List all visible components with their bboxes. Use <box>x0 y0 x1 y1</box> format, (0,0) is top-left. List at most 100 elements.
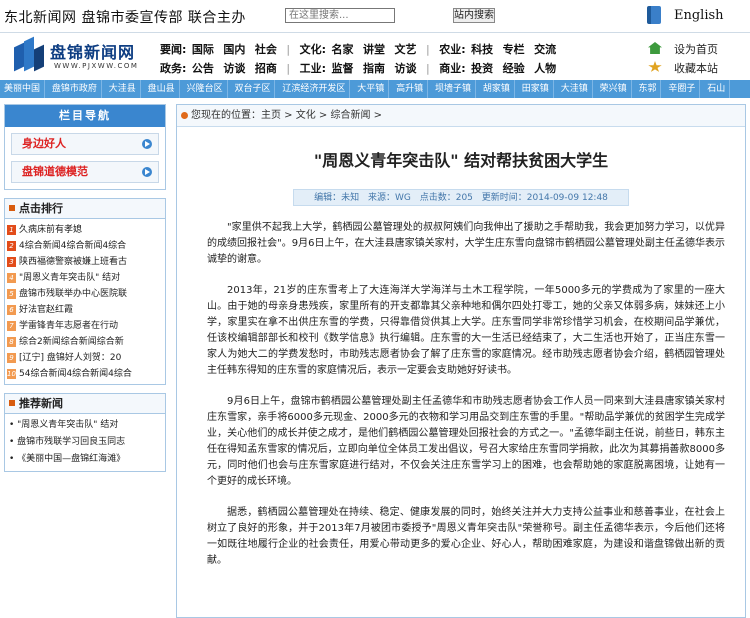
nav-society[interactable]: 社会 <box>255 43 277 56</box>
meta-editor: 编辑：未知 <box>314 193 360 203</box>
rank-number: 5 <box>7 289 16 299</box>
location-icon <box>181 112 188 119</box>
region-link[interactable]: 大洼县 <box>105 80 141 98</box>
sidebar-item-moral-models[interactable]: 盘锦道德模范 <box>11 161 159 183</box>
nav-row-2: 政务: 公告 访谈 招商 | 工业: 监督 指南 访谈 | 商业: 投资 经验 … <box>160 60 562 76</box>
region-link[interactable]: 荣兴镇 <box>596 80 632 98</box>
english-link[interactable]: English <box>674 8 724 23</box>
organizers-text: 东北新闻网 盘锦市委宣传部 联合主办 <box>4 10 246 26</box>
star-icon <box>648 61 662 72</box>
region-link[interactable]: 高升镇 <box>392 80 429 98</box>
set-homepage-link[interactable]: 设为首页 <box>648 41 718 57</box>
rank-number: 4 <box>7 273 16 283</box>
region-link[interactable]: 双台子区 <box>230 80 276 98</box>
nav-experience[interactable]: 经验 <box>503 62 525 75</box>
article-paragraph: 2013年，21岁的庄东雪考上了大连海洋大学海洋与土木工程学院，一年5000多元… <box>207 285 725 376</box>
list-item[interactable]: 5 盘锦市残联举办中心医院联 <box>7 286 163 302</box>
click-ranking-title: 点击排行 <box>5 199 165 219</box>
region-link[interactable]: 东郭 <box>634 80 662 98</box>
list-item[interactable]: 6 好法官赵红霞 <box>7 302 163 318</box>
nav-head-industry: 工业: <box>299 62 327 75</box>
nav-international[interactable]: 国际 <box>192 43 214 56</box>
list-item[interactable]: 4 "周恩义青年突击队" 结对 <box>7 270 163 286</box>
nav-investment[interactable]: 招商 <box>255 62 277 75</box>
list-item[interactable]: • 盘锦市残联学习回良玉同志 <box>9 434 161 451</box>
list-item[interactable]: 3 陕西福德警察被嫌上班看古 <box>7 254 163 270</box>
article-panel: 您现在的位置：主页 > 文化 > 综合新闻 > "周恩义青年突击队" 结对帮扶贫… <box>176 104 746 618</box>
logo-title: 盘锦新闻网 <box>50 43 136 62</box>
add-favorite-link[interactable]: 收藏本站 <box>648 60 718 76</box>
nav-row-1: 要闻: 国际 国内 社会 | 文化: 名家 讲堂 文艺 | 农业: 科技 专栏 … <box>160 41 562 57</box>
nav-arts[interactable]: 文艺 <box>395 43 417 56</box>
article-meta: 编辑：未知 来源：WG 点击数：205 更新时间：2014-09-09 12:4… <box>293 189 629 206</box>
region-link[interactable]: 辽滨经济开发区 <box>278 80 351 98</box>
nav-column[interactable]: 专栏 <box>503 43 525 56</box>
sidebar-item-good-people[interactable]: 身边好人 <box>11 133 159 155</box>
nav-separator: | <box>426 43 430 56</box>
sidebar: 栏目导航 身边好人 盘锦道德模范 点击排行 1 久病床前有孝媳 2 4综合新闻4综合… <box>4 104 166 480</box>
article-paragraph: "家里供不起我上大学，鹤栖园公墓管理处的叔叔阿姨们向我伸出了援助之手帮助我，我会… <box>207 222 725 265</box>
rank-number: 10 <box>7 369 16 379</box>
list-item[interactable]: • 《美丽中国—盘锦红海滩》 <box>9 451 161 468</box>
list-item[interactable]: 7 学雷锋青年志愿者在行动 <box>7 318 163 334</box>
nav-guide[interactable]: 指南 <box>363 62 385 75</box>
top-bar: 东北新闻网 盘锦市委宣传部 联合主办 站内搜索 English <box>0 0 750 32</box>
nav-head-culture: 文化: <box>299 43 327 56</box>
home-icon <box>648 42 662 54</box>
rank-number: 6 <box>7 305 16 315</box>
nav-announcements[interactable]: 公告 <box>192 62 214 75</box>
nav-supervision[interactable]: 监督 <box>332 62 354 75</box>
recommended-news-title: 推荐新闻 <box>5 394 165 414</box>
meta-clicks: 点击数：205 <box>419 193 473 203</box>
nav-invest[interactable]: 投资 <box>471 62 493 75</box>
rank-number: 1 <box>7 225 16 235</box>
rank-number: 3 <box>7 257 16 267</box>
arrow-right-icon <box>142 167 152 177</box>
region-link[interactable]: 田家镇 <box>518 80 554 98</box>
nav-industry-interviews[interactable]: 访谈 <box>395 62 417 75</box>
list-item[interactable]: 9 [辽宁] 盘锦好人刘贺：20 <box>7 350 163 366</box>
article-title: "周恩义青年突击队" 结对帮扶贫困大学生 <box>313 151 609 170</box>
article-paragraph: 据悉，鹤栖园公墓管理处在持续、稳定、健康发展的同时，始终关注并大力支持公益事业和… <box>207 507 725 566</box>
nav-head-government: 政务: <box>160 62 187 75</box>
site-search-input[interactable] <box>285 8 395 23</box>
nav-separator: | <box>286 43 291 56</box>
nav-people[interactable]: 人物 <box>534 62 556 75</box>
meta-updated: 更新时间：2014-09-09 12:48 <box>481 193 608 203</box>
region-link[interactable]: 大平镇 <box>353 80 390 98</box>
nav-domestic[interactable]: 国内 <box>223 43 245 56</box>
region-link[interactable]: 石山 <box>703 80 731 98</box>
arrow-right-icon <box>142 139 152 149</box>
breadcrumb[interactable]: 您现在的位置：主页 > 文化 > 综合新闻 > <box>177 105 745 127</box>
click-ranking-box: 点击排行 1 久病床前有孝媳 2 4综合新闻4综合新闻4综合 3 陕西福德警察被嫌上班… <box>4 198 166 385</box>
nav-masters[interactable]: 名家 <box>332 43 354 56</box>
nav-separator: | <box>286 62 291 75</box>
list-item[interactable]: 8 综合2新闻综合新闻综合新 <box>7 334 163 350</box>
region-link[interactable]: 美丽中国 <box>0 80 46 98</box>
nav-interviews[interactable]: 访谈 <box>223 62 245 75</box>
list-item[interactable]: 1 久病床前有孝媳 <box>7 222 163 238</box>
article-paragraph: 9月6日上午，盘锦市鹤栖园公墓管理处副主任孟德华和市助残志愿者协会工作人员一同来… <box>207 396 725 487</box>
nav-tech[interactable]: 科技 <box>471 43 493 56</box>
nav-head-agriculture: 农业: <box>439 43 466 56</box>
region-link[interactable]: 盘山县 <box>144 80 180 98</box>
region-link[interactable]: 大洼镇 <box>557 80 593 98</box>
nav-exchange[interactable]: 交流 <box>534 43 556 56</box>
list-item[interactable]: 2 4综合新闻4综合新闻4综合 <box>7 238 163 254</box>
rank-number: 9 <box>7 353 16 363</box>
region-link[interactable]: 辛圈子 <box>664 80 701 98</box>
list-item[interactable]: • "周恩义青年突击队" 结对 <box>9 417 161 434</box>
site-logo[interactable]: 盘锦新闻网 WWW.PJXWW.COM <box>14 36 150 77</box>
recommended-list: • "周恩义青年突击队" 结对 • 盘锦市残联学习回良玉同志 • 《美丽中国—盘… <box>5 414 165 471</box>
region-link[interactable]: 盘锦市政府 <box>48 80 102 98</box>
book-icon <box>647 6 661 24</box>
nav-lectures[interactable]: 讲堂 <box>363 43 385 56</box>
site-search-button[interactable]: 站内搜索 <box>453 8 495 23</box>
region-link[interactable]: 坝墙子镇 <box>431 80 477 98</box>
region-link[interactable]: 兴隆台区 <box>183 80 228 98</box>
rank-number: 8 <box>7 337 16 347</box>
region-links-bar: 美丽中国 盘锦市政府 大洼县 盘山县 兴隆台区 双台子区 辽滨经济开发区 大平镇… <box>0 80 750 98</box>
list-item[interactable]: 10 54综合新闻4综合新闻4综合 <box>7 366 163 382</box>
region-link[interactable]: 胡家镇 <box>479 80 515 98</box>
nav-separator: | <box>426 62 430 75</box>
